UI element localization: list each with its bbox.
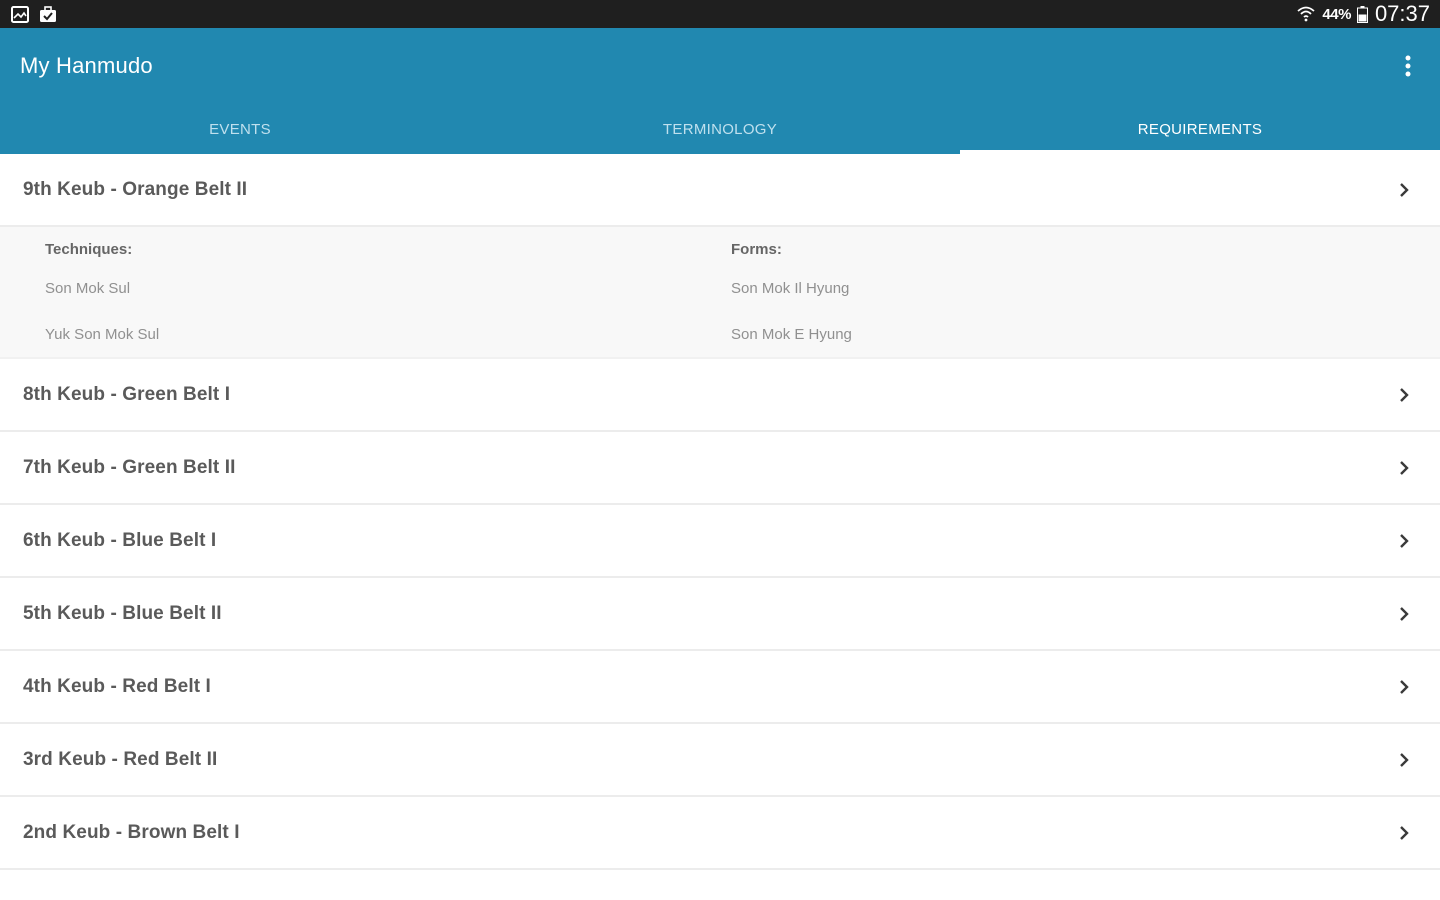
list-item-label: 8th Keub - Green Belt I xyxy=(23,383,231,405)
app-bar: My Hanmudo EVENTS TERMINOLOGY REQUIREMEN… xyxy=(0,28,1440,154)
battery-icon xyxy=(1357,5,1369,23)
wifi-icon xyxy=(1296,5,1316,23)
chevron-right-icon xyxy=(1392,675,1416,699)
tab-events[interactable]: EVENTS xyxy=(0,104,480,154)
technique-item: Yuk Son Mok Sul xyxy=(45,325,160,343)
tab-terminology[interactable]: TERMINOLOGY xyxy=(480,104,960,154)
list-item[interactable]: 3rd Keub - Red Belt II xyxy=(0,724,1440,797)
requirements-list: 9th Keub - Orange Belt II Techniques: So… xyxy=(0,154,1440,870)
app-title-row: My Hanmudo xyxy=(0,28,1440,104)
chevron-right-icon xyxy=(1392,529,1416,553)
chevron-right-icon xyxy=(1392,748,1416,772)
techniques-label: Techniques: xyxy=(45,241,133,258)
forms-label: Forms: xyxy=(731,241,782,258)
list-item[interactable]: 2nd Keub - Brown Belt I xyxy=(0,797,1440,870)
techniques-column: Techniques: Son Mok Sul Yuk Son Mok Sul xyxy=(45,227,731,357)
gallery-icon xyxy=(10,5,30,23)
battery-percent: 44% xyxy=(1322,5,1351,23)
status-bar-right: 44% 07:37 xyxy=(1296,1,1430,27)
clock: 07:37 xyxy=(1374,1,1430,26)
list-item-label: 7th Keub - Green Belt II xyxy=(23,456,236,478)
list-item[interactable]: 8th Keub - Green Belt I xyxy=(0,359,1440,432)
list-item-expanded-header[interactable]: 9th Keub - Orange Belt II xyxy=(0,154,1440,227)
requirement-details: Techniques: Son Mok Sul Yuk Son Mok Sul … xyxy=(0,227,1440,359)
list-item-label: 3rd Keub - Red Belt II xyxy=(23,748,218,770)
briefcase-icon xyxy=(38,5,58,23)
forms-column: Forms: Son Mok Il Hyung Son Mok E Hyung xyxy=(731,227,1417,357)
list-item[interactable]: 7th Keub - Green Belt II xyxy=(0,432,1440,505)
status-bar-left xyxy=(10,5,58,23)
tab-bar: EVENTS TERMINOLOGY REQUIREMENTS xyxy=(0,104,1440,154)
form-item: Son Mok Il Hyung xyxy=(731,279,850,297)
technique-item: Son Mok Sul xyxy=(45,279,131,297)
list-item-label: 4th Keub - Red Belt I xyxy=(23,675,211,697)
form-item: Son Mok E Hyung xyxy=(731,325,852,343)
chevron-right-icon xyxy=(1392,383,1416,407)
chevron-right-icon xyxy=(1392,178,1416,202)
list-item[interactable]: 5th Keub - Blue Belt II xyxy=(0,578,1440,651)
list-item-label: 6th Keub - Blue Belt I xyxy=(23,529,217,551)
list-item-label: 5th Keub - Blue Belt II xyxy=(23,602,222,624)
status-bar: 44% 07:37 xyxy=(0,0,1440,28)
list-item[interactable]: 4th Keub - Red Belt I xyxy=(0,651,1440,724)
list-item-label: 9th Keub - Orange Belt II xyxy=(23,178,248,200)
app-title: My Hanmudo xyxy=(20,53,153,78)
list-item-label: 2nd Keub - Brown Belt I xyxy=(23,821,240,843)
chevron-right-icon xyxy=(1392,456,1416,480)
chevron-right-icon xyxy=(1392,602,1416,626)
overflow-menu-icon[interactable] xyxy=(1396,48,1420,84)
list-item[interactable]: 6th Keub - Blue Belt I xyxy=(0,505,1440,578)
chevron-right-icon xyxy=(1392,821,1416,845)
tab-requirements[interactable]: REQUIREMENTS xyxy=(960,104,1440,154)
